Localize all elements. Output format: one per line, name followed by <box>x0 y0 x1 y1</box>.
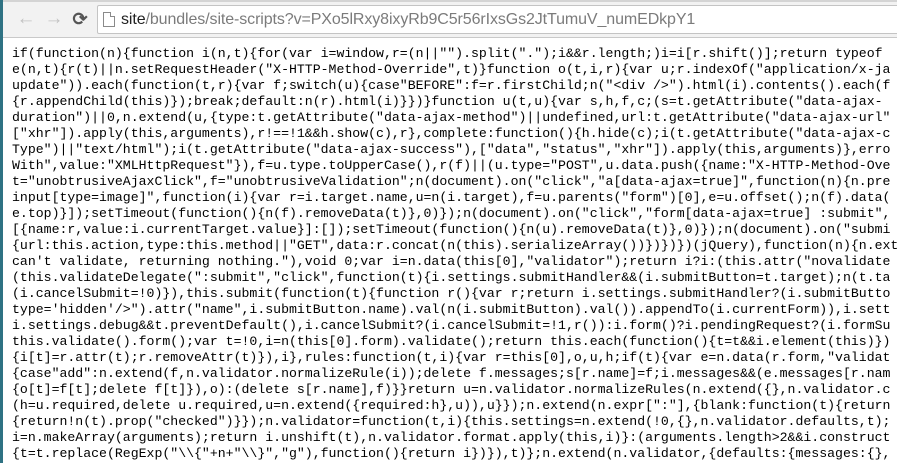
code-line: can't validate, returning nothing."),voi… <box>12 254 891 269</box>
code-line: e.top)}]);setTimeout(function(){n(f).rem… <box>12 206 891 221</box>
code-line: {o[t]=f[t];delete f[t]}),o):(delete s[r.… <box>12 382 891 397</box>
code-line: t="unobtrusiveAjaxClick",f="unobtrusiveV… <box>12 174 891 189</box>
code-line: input[type=image]",function(i){var r=i.t… <box>12 190 891 205</box>
code-line: {r.appendChild(this)});break;default:n(r… <box>12 94 883 109</box>
code-line: ["xhr"]).apply(this,arguments),r!==!1&&h… <box>12 126 891 141</box>
browser-toolbar: ← → ⟳ site/bundles/site-scripts?v=PXo5lR… <box>3 0 897 38</box>
url-host: site <box>121 10 146 28</box>
arrow-left-icon: ← <box>16 8 36 29</box>
code-line: update")).each(function(t,r){var f;switc… <box>12 78 891 93</box>
reload-icon: ⟳ <box>72 8 88 29</box>
code-line: {return!n(t).prop("checked")}});n.valida… <box>12 414 891 429</box>
code-line: {i[t]=r.attr(t);r.removeAttr(t)}),i},rul… <box>12 350 891 365</box>
code-line: [{name:r,value:i.currentTarget.value}]:[… <box>12 222 891 237</box>
code-line: (h=u.required,delete u.required,u=n.exte… <box>12 398 891 413</box>
arrow-right-icon: → <box>44 8 64 29</box>
code-line: if(function(n){function i(n,t){for(var i… <box>12 46 883 61</box>
tab-strip <box>3 0 897 2</box>
code-line: (this.validateDelegate(":submit","click"… <box>12 270 891 285</box>
url-path: /bundles/site-scripts?v=PXo5lRxy8ixyRb9C… <box>145 10 696 28</box>
code-line: (i.cancelSubmit=!0)}),this.submit(functi… <box>12 286 891 301</box>
code-line: i.settings.debug&&t.preventDefault(),i.c… <box>12 318 891 333</box>
url-text[interactable]: site/bundles/site-scripts?v=PXo5lRxy8ixy… <box>121 11 695 29</box>
code-line: i=n.makeArray(arguments);return i.unshif… <box>12 430 891 445</box>
code-line: this.validate().form();var t=!0,i=n(this… <box>12 334 891 349</box>
code-line: With",value:"XMLHttpRequest"}),f=u.type.… <box>12 158 891 173</box>
source-code-view: if(function(n){function i(n,t){for(var i… <box>3 38 897 463</box>
document-icon <box>103 12 115 27</box>
back-button[interactable]: ← <box>15 8 37 30</box>
code-line: duration")||0,n.extend(u,{type:t.getAttr… <box>12 110 891 125</box>
code-line: {url:this.action,type:this.method||"GET"… <box>12 238 897 253</box>
code-line: Type")||"text/html");i(t.getAttribute("d… <box>12 142 891 157</box>
code-line: e(n,t){r(t)||n.setRequestHeader("X-HTTP-… <box>12 62 891 77</box>
forward-button[interactable]: → <box>43 8 65 30</box>
code-line: {case"add":n.extend(f,n.validator.normal… <box>12 366 891 381</box>
code-line: {t=t.replace(RegExp("\\{"+n+"\\}","g"),f… <box>12 446 891 461</box>
code-line: type='hidden'/>").attr("name",i.submitBu… <box>12 302 891 317</box>
reload-button[interactable]: ⟳ <box>69 8 91 30</box>
address-bar[interactable]: site/bundles/site-scripts?v=PXo5lRxy8ixy… <box>97 5 897 34</box>
